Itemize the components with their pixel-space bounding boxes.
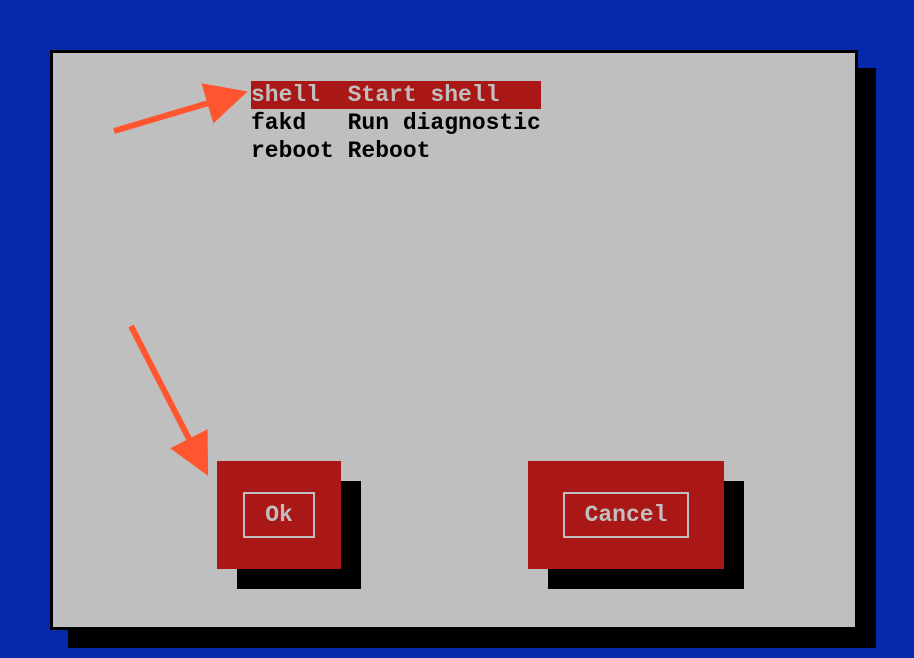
menu-item-desc: Start shell <box>348 82 500 108</box>
dialog-box: shellStart shell fakdRun diagnosticreboo… <box>50 50 858 630</box>
menu-item-desc: Reboot <box>348 138 431 164</box>
menu-item-shell[interactable]: shellStart shell <box>251 81 541 109</box>
ok-button-label: Ok <box>243 492 315 538</box>
menu-list: shellStart shell fakdRun diagnosticreboo… <box>251 81 541 165</box>
menu-item-key: shell <box>251 81 348 109</box>
menu-item-fakd[interactable]: fakdRun diagnostic <box>251 109 541 137</box>
menu-item-desc: Run diagnostic <box>348 110 541 136</box>
menu-item-reboot[interactable]: rebootReboot <box>251 137 541 165</box>
menu-item-key: reboot <box>251 137 348 165</box>
annotation-arrow-icon <box>106 318 226 488</box>
menu-item-key: fakd <box>251 109 348 137</box>
ok-button[interactable]: Ok <box>217 461 341 569</box>
cancel-button-label: Cancel <box>563 492 690 538</box>
annotation-arrow-icon <box>109 69 259 149</box>
cancel-button[interactable]: Cancel <box>528 461 724 569</box>
